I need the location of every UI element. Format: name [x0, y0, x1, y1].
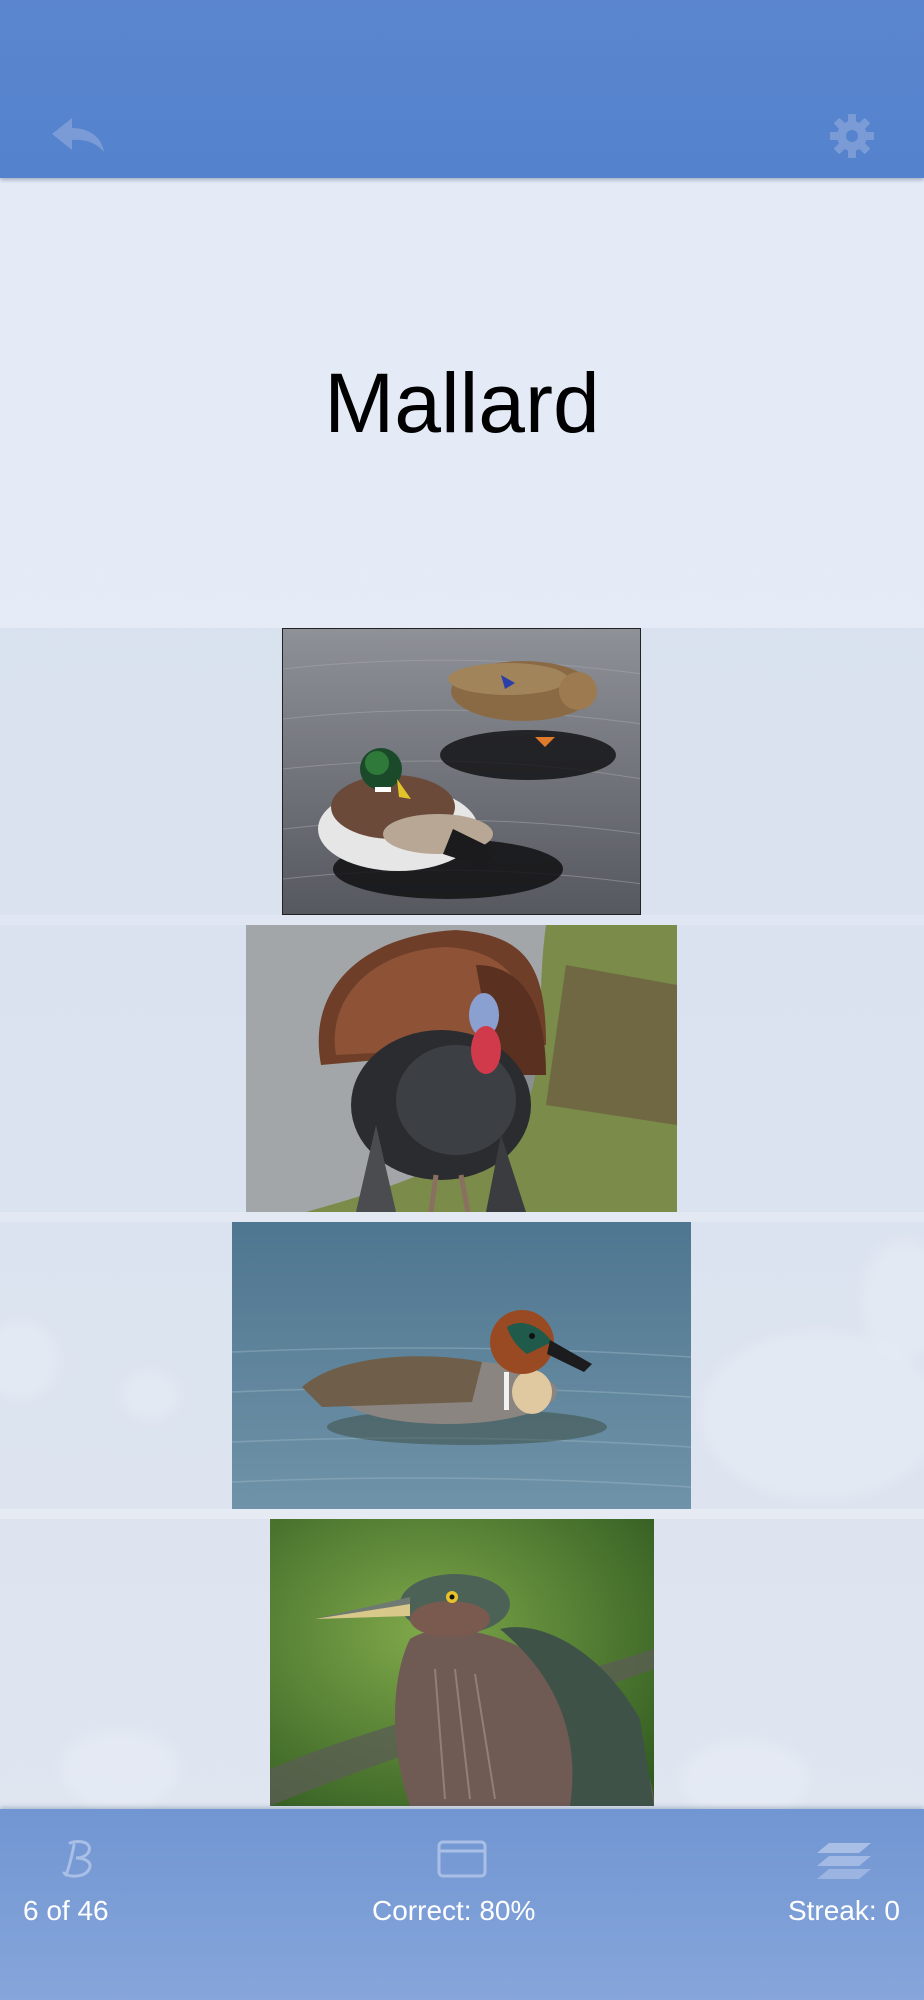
answer-choice-1[interactable] — [0, 628, 924, 915]
gear-icon[interactable] — [822, 106, 882, 166]
answer-choice-4[interactable] — [0, 1519, 924, 1809]
script-b-icon[interactable] — [48, 1829, 108, 1889]
bottom-status-bar: 6 of 46 Correct: 80% Streak: 0 — [0, 1809, 924, 2000]
streak-counter: Streak: 0 — [787, 1895, 900, 1926]
question-panel: Mallard — [0, 178, 924, 628]
bird-name-title: Mallard — [324, 355, 600, 450]
card-icon[interactable] — [432, 1829, 492, 1889]
back-arrow-icon[interactable] — [48, 106, 108, 166]
correct-percentage: Correct: 80% — [372, 1895, 536, 1926]
stack-icon[interactable] — [814, 1829, 874, 1889]
answer-choice-2[interactable] — [0, 925, 924, 1212]
choice-photo-heron — [270, 1519, 654, 1806]
choice-photo-turkey — [246, 925, 677, 1212]
choice-photo-teal — [232, 1222, 691, 1509]
choice-photo-mallard — [282, 628, 641, 915]
answer-choice-3[interactable] — [0, 1222, 924, 1509]
top-navigation-bar — [0, 0, 924, 178]
progress-counter: 6 of 46 — [23, 1895, 109, 1926]
